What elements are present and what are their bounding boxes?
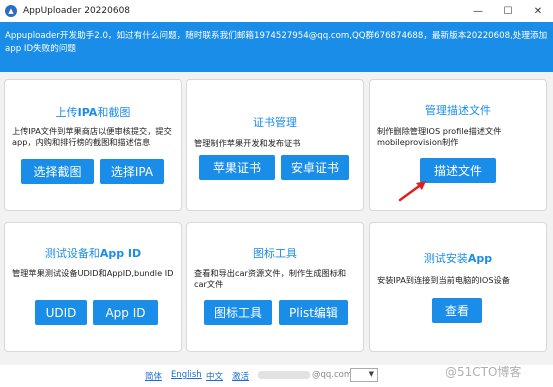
- card-description: 查看和导出car资源文件，制作生成图标和car文件: [194, 268, 347, 289]
- watermark: @51CTO博客: [445, 365, 522, 379]
- card-description: 上传IPA文件到苹果商店以便审核提交，提交app，内购和排行榜的截图和描述信息: [12, 126, 172, 147]
- chevron-down-icon: ▼: [368, 370, 374, 378]
- upload-ipa-card: 上传IPA和截图 上传IPA文件到苹果商店以便审核提交，提交app，内购和排行榜…: [4, 79, 182, 211]
- card-description: 管理苹果测试设备UDID和AppID,bundle ID: [12, 268, 174, 278]
- card-title: 管理描述文件: [425, 104, 491, 117]
- view-button[interactable]: 查看: [432, 298, 482, 323]
- maximize-icon[interactable]: ☐: [493, 0, 523, 22]
- card-description: 安装IPA到连接到当前电脑的IOS设备: [377, 275, 510, 285]
- select-screenshot-button[interactable]: 选择截图: [21, 159, 94, 184]
- icon-tools-card: 图标工具 查看和导出car资源文件，制作生成图标和car文件 图标工具 Plis…: [186, 222, 364, 352]
- app-window: ▲ AppUploader 20220608 — ☐ ✕ Appuploader…: [0, 0, 553, 387]
- card-description: 制作删除管理IOS profile描述文件mobileprovision制作: [377, 126, 502, 147]
- main-content: 上传IPA和截图 上传IPA文件到苹果商店以便审核提交，提交app，内购和排行榜…: [0, 72, 553, 365]
- udid-button[interactable]: UDID: [35, 300, 87, 325]
- profile-button[interactable]: 描述文件: [420, 158, 496, 183]
- select-ipa-button[interactable]: 选择IPA: [100, 159, 164, 184]
- activate-link[interactable]: 激活: [232, 370, 249, 382]
- card-title: 测试安装App: [423, 252, 493, 265]
- android-cert-button[interactable]: 安卓证书: [281, 155, 349, 180]
- email-redaction: [258, 370, 310, 379]
- icon-tool-button[interactable]: 图标工具: [204, 300, 272, 325]
- lang-chinese-link[interactable]: 中文: [206, 370, 223, 382]
- red-arrow-annotation: [398, 181, 426, 202]
- window-controls: — ☐ ✕: [463, 0, 553, 22]
- minimize-icon[interactable]: —: [463, 0, 493, 22]
- window-title: AppUploader 20220608: [23, 6, 131, 16]
- lang-english-link[interactable]: English: [171, 370, 202, 380]
- plist-edit-button[interactable]: Plist编辑: [279, 300, 348, 325]
- devices-appid-card: 测试设备和App ID 管理苹果测试设备UDID和AppID,bundle ID…: [4, 222, 182, 352]
- appid-button[interactable]: App ID: [93, 300, 158, 325]
- notice-text: Appuploader开发助手2.0，如过有什么问题，随时联系我们邮箱19745…: [5, 31, 548, 54]
- app-icon: ▲: [5, 5, 17, 17]
- card-title: 上传IPA和截图: [55, 106, 131, 119]
- card-description: 管理制作苹果开发和发布证书: [194, 138, 301, 148]
- apple-cert-button[interactable]: 苹果证书: [199, 155, 275, 180]
- card-title: 证书管理: [253, 116, 297, 129]
- notice-header: Appuploader开发助手2.0，如过有什么问题，随时联系我们邮箱19745…: [0, 22, 553, 72]
- title-bar: ▲ AppUploader 20220608 — ☐ ✕: [0, 0, 553, 22]
- profile-management-card: 管理描述文件 制作删除管理IOS profile描述文件mobileprovis…: [369, 79, 547, 211]
- card-title: 图标工具: [253, 247, 297, 260]
- contact-email: @qq.com: [258, 370, 352, 380]
- close-icon[interactable]: ✕: [523, 0, 553, 22]
- card-title: 测试设备和App ID: [44, 247, 142, 260]
- cert-management-card: 证书管理 管理制作苹果开发和发布证书 苹果证书 安卓证书: [186, 79, 364, 211]
- test-install-card: 测试安装App 安装IPA到连接到当前电脑的IOS设备 查看: [369, 222, 547, 352]
- lang-simplified-link[interactable]: 简体: [145, 370, 162, 382]
- language-dropdown[interactable]: ▼: [350, 368, 378, 382]
